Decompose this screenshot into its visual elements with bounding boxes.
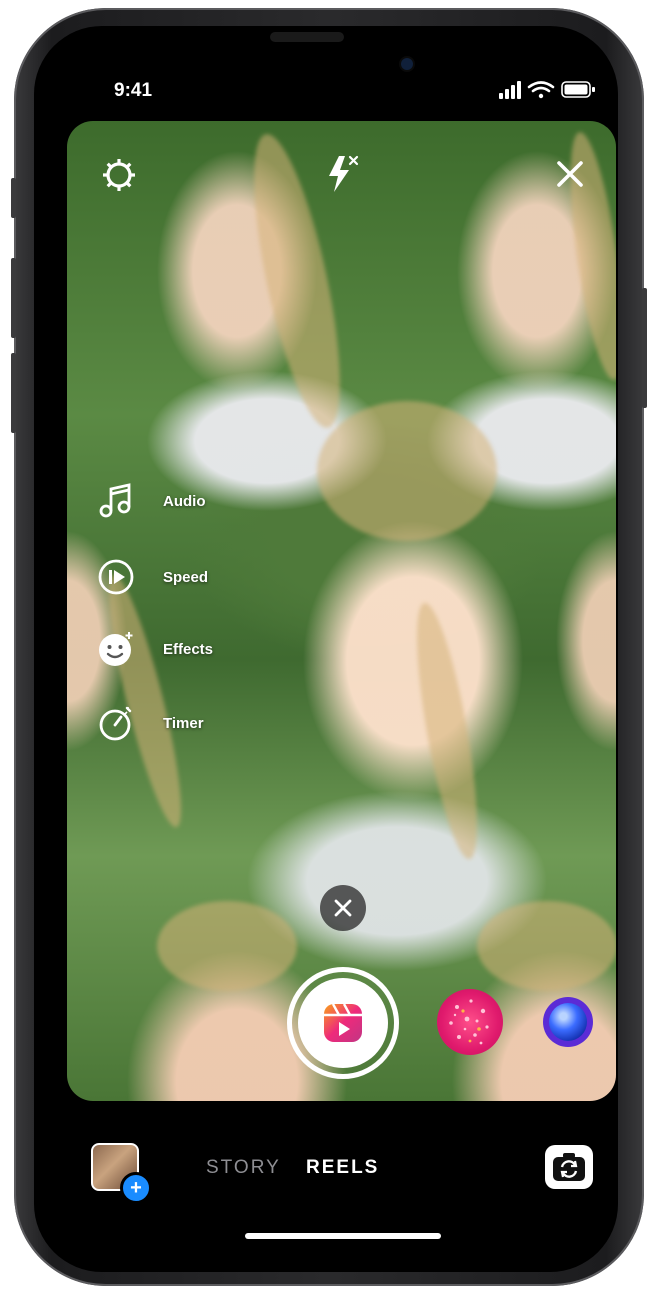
sparkle-icon [449,999,489,1045]
record-button[interactable] [287,967,399,1079]
tool-label-audio: Audio [163,492,206,510]
close-icon[interactable] [555,159,585,189]
flip-camera-button[interactable] [545,1145,593,1189]
tab-story[interactable]: STORY [206,1157,281,1179]
tool-label-timer: Timer [163,714,204,732]
music-note-icon [99,483,131,518]
status-icons [499,81,595,99]
volume-up-button [11,258,16,338]
reels-icon [324,1003,362,1042]
effect-sparkle-thumbnail[interactable] [437,989,503,1055]
discard-clip-button[interactable] [320,885,366,931]
tool-audio[interactable]: Audio [97,481,297,521]
mute-switch [11,178,16,218]
close-icon [334,899,352,917]
tool-timer[interactable]: Timer [97,703,297,743]
tool-speed[interactable]: Speed [97,557,297,597]
record-button-inner [298,978,388,1068]
orb-icon [549,1003,587,1041]
flip-camera-icon [553,1153,585,1181]
power-button [642,288,647,408]
plus-icon: + [120,1172,152,1204]
signal-icon [499,81,521,99]
timer-icon [99,706,132,741]
wifi-icon [527,81,555,99]
home-indicator[interactable] [245,1233,441,1239]
volume-down-button [11,353,16,433]
tool-label-effects: Effects [163,640,214,658]
tab-reels[interactable]: REELS [306,1157,379,1179]
effects-face-icon [99,632,133,666]
gear-icon[interactable] [100,156,138,194]
status-time: 9:41 [114,80,153,101]
front-camera [401,58,413,70]
effect-orb-thumbnail[interactable] [543,997,593,1047]
tool-label-speed: Speed [163,568,209,586]
battery-icon [561,81,595,98]
tool-effects[interactable]: Effects [97,629,297,669]
speaker-grille [270,32,344,42]
speed-icon [98,559,134,595]
flash-off-icon[interactable] [325,154,361,194]
camera-overlay: Audio Speed Effects Timer [67,121,616,1101]
